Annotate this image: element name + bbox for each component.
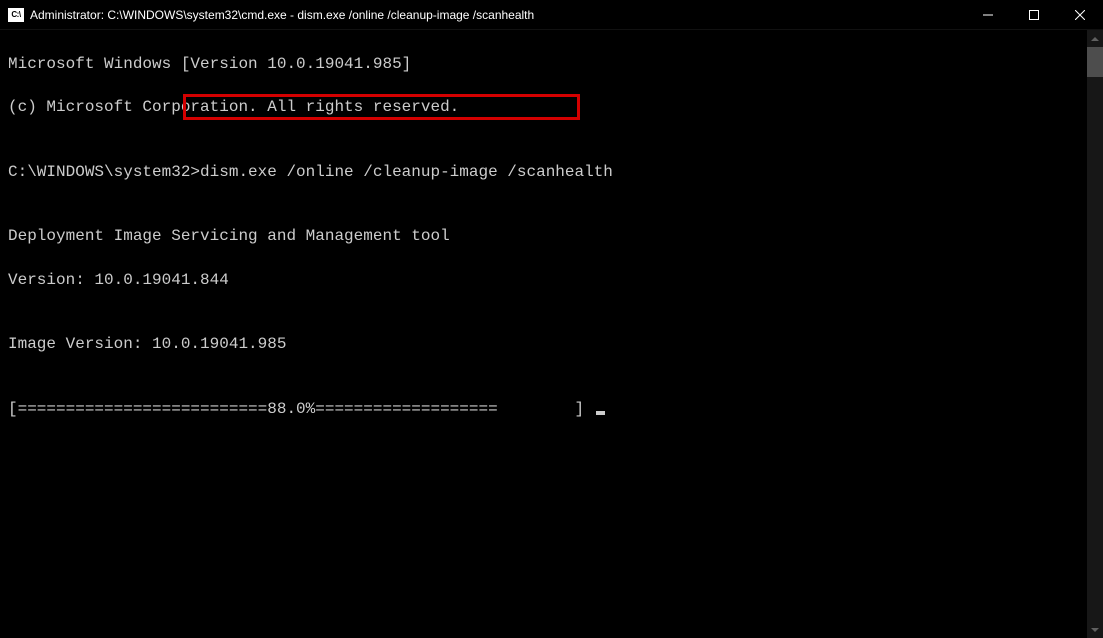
progress-bar-text: [==========================88.0%========… bbox=[8, 400, 594, 418]
vertical-scrollbar[interactable] bbox=[1087, 30, 1103, 638]
scroll-down-button[interactable] bbox=[1087, 621, 1103, 638]
scrollbar-thumb[interactable] bbox=[1087, 47, 1103, 77]
output-line: (c) Microsoft Corporation. All rights re… bbox=[8, 97, 1095, 119]
window-title: Administrator: C:\WINDOWS\system32\cmd.e… bbox=[30, 8, 965, 22]
output-line: Microsoft Windows [Version 10.0.19041.98… bbox=[8, 54, 1095, 76]
scroll-up-button[interactable] bbox=[1087, 30, 1103, 47]
prompt-line: C:\WINDOWS\system32>dism.exe /online /cl… bbox=[8, 162, 1095, 184]
output-line: Deployment Image Servicing and Managemen… bbox=[8, 226, 1095, 248]
output-line: Image Version: 10.0.19041.985 bbox=[8, 334, 1095, 356]
prompt-text: C:\WINDOWS\system32> bbox=[8, 163, 200, 181]
window-titlebar[interactable]: C:\ Administrator: C:\WINDOWS\system32\c… bbox=[0, 0, 1103, 30]
output-line: Version: 10.0.19041.844 bbox=[8, 270, 1095, 292]
command-text: dism.exe /online /cleanup-image /scanhea… bbox=[200, 163, 613, 181]
progress-line: [==========================88.0%========… bbox=[8, 399, 1095, 421]
cmd-icon: C:\ bbox=[8, 8, 24, 22]
close-button[interactable] bbox=[1057, 0, 1103, 30]
cursor bbox=[596, 411, 605, 415]
minimize-button[interactable] bbox=[965, 0, 1011, 30]
window-controls bbox=[965, 0, 1103, 29]
maximize-button[interactable] bbox=[1011, 0, 1057, 30]
terminal-output[interactable]: Microsoft Windows [Version 10.0.19041.98… bbox=[0, 30, 1103, 638]
